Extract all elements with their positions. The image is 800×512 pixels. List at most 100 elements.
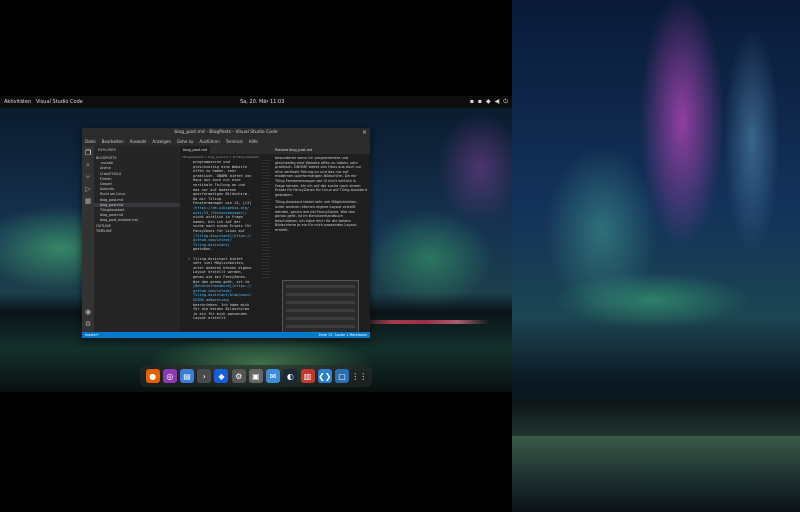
menu-view[interactable]: Anzeigen	[152, 138, 170, 146]
code-text: [Tiling-Assistant](https://	[193, 233, 252, 238]
wallpaper-horizon	[512, 400, 800, 436]
code-text: Fenstermanager wie i3, [i3]	[193, 201, 252, 206]
editor-tabs: blog_post.md	[180, 146, 272, 154]
sidebar-item[interactable]: CrashTOOLS	[94, 172, 180, 176]
menu-selection[interactable]: Auswahl	[130, 138, 147, 146]
code-text: genau wie bei FancyZones.	[193, 275, 248, 279]
code-text: Haus aus auch nur eine	[193, 178, 241, 183]
menu-bar: Datei Bearbeiten Auswahl Anzeigen Gehe z…	[82, 138, 370, 146]
top-bar: Aktivitäten Visual Studio Code Sa, 20. M…	[0, 96, 512, 108]
podcast-icon[interactable]: ◎	[162, 369, 177, 383]
git-branch[interactable]: master*	[85, 332, 99, 338]
window-title: blog_post.md - BlogPosts - Visual Studio…	[174, 130, 278, 135]
run-debug-icon[interactable]: ▷	[84, 185, 92, 193]
code-text: praktisch. GNOME bietet von	[193, 173, 252, 178]
wallpaper-water	[512, 436, 800, 512]
close-icon[interactable]: ×	[362, 128, 367, 138]
chat-icon[interactable]: ✉	[266, 369, 281, 383]
sidebar-item[interactable]: Rund um Linux	[94, 192, 180, 196]
app-grid-icon[interactable]: ⋮⋮	[351, 369, 367, 383]
menu-help[interactable]: Hilfe	[249, 138, 258, 146]
firefox-icon[interactable]: ●	[145, 369, 160, 383]
menu-run[interactable]: Ausführen	[199, 138, 219, 146]
sidebar-item[interactable]: Kubuntu	[94, 187, 180, 191]
activities-button[interactable]: Aktivitäten	[4, 96, 31, 108]
keyboard-icon[interactable]: ▪	[478, 96, 482, 108]
gear-icon[interactable]: ⚙	[84, 320, 92, 328]
menu-edit[interactable]: Bearbeiten	[102, 138, 124, 146]
screenshot-icon[interactable]: ▣	[248, 369, 263, 383]
editor-pane[interactable]: blog_post.md Tilingassistant > blog_post…	[180, 146, 272, 332]
monitor-left: Aktivitäten Visual Studio Code Sa, 20. M…	[0, 0, 512, 512]
code-text: programmieren und	[193, 160, 230, 164]
menu-goto[interactable]: Gehe zu	[177, 138, 193, 146]
code-text: github.com/Leleat/	[193, 238, 232, 243]
source-control-icon[interactable]: ⑂	[84, 173, 92, 181]
tab-preview[interactable]: Preview blog_post.md	[272, 146, 370, 154]
cursor-position[interactable]: Zeile 15, Spalte 1 Markdown	[319, 332, 368, 338]
sidebar-item[interactable]: OUTLINE	[94, 224, 180, 228]
vscode-icon[interactable]: ❮❯	[317, 369, 332, 383]
code-text: vertikale Teilung an und	[193, 183, 245, 187]
menu-terminal[interactable]: Terminal	[226, 138, 243, 146]
screenshot-row	[286, 309, 355, 312]
clock[interactable]: Sa, 20. Mär 11:03	[240, 96, 284, 108]
code-text: beschrieben. Ich habe mich	[193, 302, 250, 307]
code-text: das nur auf modernen	[193, 187, 237, 192]
archive-icon[interactable]: ▥	[300, 369, 315, 383]
search-icon[interactable]: ⌕	[84, 161, 92, 169]
sidebar-item[interactable]: Gaspel	[94, 182, 180, 186]
code-text: je ein für mich passendes	[193, 311, 248, 316]
minimap[interactable]	[262, 160, 270, 280]
sidebar-item[interactable]: TilingAssistant	[94, 208, 180, 212]
system-tray[interactable]: ▪ ▪ ◆ ◀ ⏻	[470, 96, 508, 108]
sidebar-item[interactable]: blog_post.md	[94, 213, 180, 217]
extensions-icon[interactable]: ▦	[84, 197, 92, 205]
sidebar-item[interactable]: TIMELINE	[94, 229, 180, 233]
tab-blog-post[interactable]: blog_post.md	[180, 146, 210, 154]
code-text: kamen, bin ich auf der	[193, 219, 241, 224]
account-icon[interactable]: ◉	[84, 308, 92, 316]
explorer-sidebar: EXPLORER BLOGPOSTS .vscode Anime CrashTOOLS…	[94, 146, 180, 332]
volume-icon[interactable]: ◀	[495, 96, 500, 108]
sidebar-item[interactable]: blog_post.md	[94, 202, 180, 207]
markdown-preview-pane[interactable]: Preview blog_post.md besonderen wenn ich…	[272, 146, 370, 334]
power-icon[interactable]: ⏻	[503, 96, 508, 108]
sidebar-item[interactable]: blog_post.md	[94, 198, 180, 202]
network-icon[interactable]: ◆	[486, 96, 491, 108]
code-text: Wie das genau geht, ist im	[193, 279, 250, 284]
code-text: GUIDE.md#preview)	[193, 298, 230, 302]
bitwarden-icon[interactable]: ◆	[214, 369, 229, 383]
sidebar-item[interactable]: blog_post_modern.md	[94, 218, 180, 222]
vscode-window[interactable]: blog_post.md - BlogPosts - Visual Studio…	[82, 128, 370, 338]
extension-icon[interactable]: ▪	[470, 96, 474, 108]
preview-screenshot-image	[282, 280, 359, 334]
code-text: offen zu haben, sehr	[193, 169, 237, 174]
explorer-icon[interactable]: ❐	[84, 149, 92, 157]
preview-paragraph: Tiling-Assistant bietet sehr viel Möglic…	[275, 200, 358, 232]
activity-bar: ❐ ⌕ ⑂ ▷ ▦ ◉ ⚙	[82, 146, 94, 332]
terminal-icon[interactable]: ›	[197, 369, 212, 383]
screenshot-row	[286, 317, 355, 320]
virtualbox-icon[interactable]: ▢	[335, 369, 350, 383]
code-text: Tiling-Assistant)	[193, 242, 230, 247]
sidebar-item[interactable]: Firmen	[94, 177, 180, 181]
settings-icon[interactable]: ⚙	[231, 369, 246, 383]
code-text: gestoßen.	[193, 247, 213, 252]
files-icon[interactable]: ▤	[180, 369, 195, 383]
screenshot-row	[286, 285, 355, 288]
code-area[interactable]: programmieren und gleichzeitig eine Websi…	[180, 160, 272, 332]
code-text: Layout erstellt werden,	[193, 270, 243, 275]
code-text: Tiling-Assistant bietet	[193, 256, 243, 261]
sidebar-item[interactable]: BLOGPOSTS	[94, 156, 180, 160]
sidebar-item[interactable]: .vscode	[94, 161, 180, 165]
code-line: Layout erstellt.	[180, 316, 228, 320]
window-titlebar[interactable]: blog_post.md - BlogPosts - Visual Studio…	[82, 128, 370, 138]
menu-file[interactable]: Datei	[85, 138, 96, 146]
app-menu[interactable]: Visual Studio Code	[36, 96, 83, 108]
sidebar-item[interactable]: Anime	[94, 166, 180, 170]
preview-paragraph: besonderen wenn ich programmiere und gle…	[275, 156, 368, 197]
preview-text: besonderen wenn ich programmiere und gle…	[275, 156, 367, 233]
steam-icon[interactable]: ◐	[283, 369, 298, 383]
code-text: sehr viel Möglichkeiten,	[193, 261, 245, 266]
